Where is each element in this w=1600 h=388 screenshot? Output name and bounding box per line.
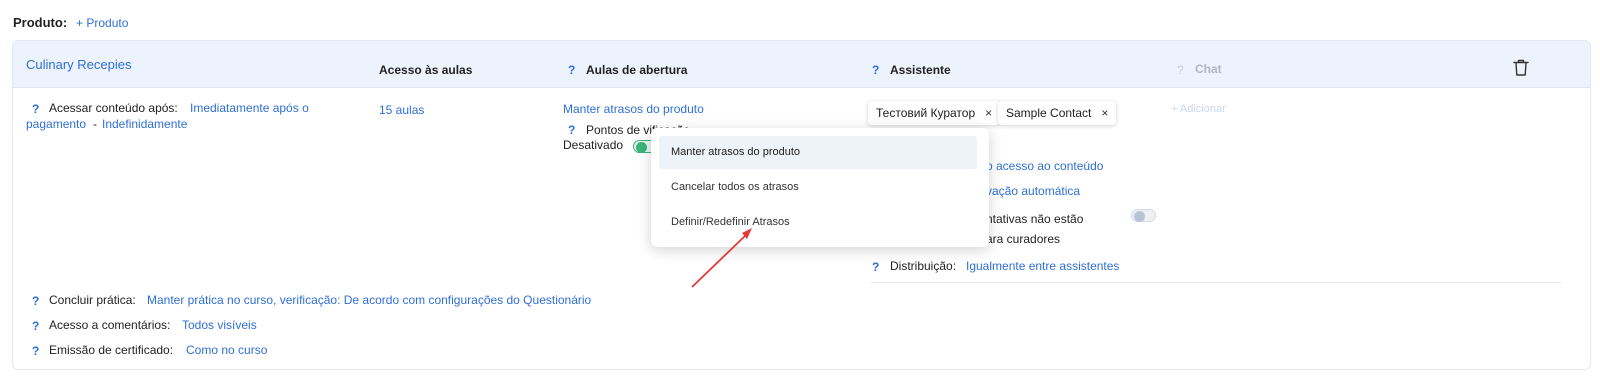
assistant-chip-label: Тестовий Куратор <box>876 106 976 120</box>
access-separator: - <box>93 117 97 131</box>
opening-help-icon[interactable]: ? <box>568 63 575 77</box>
certificate-link[interactable]: Como no curso <box>186 343 267 357</box>
assistant-chip: Sample Contact × <box>998 101 1117 125</box>
dropdown-option-keep-delays[interactable]: Manter atrasos do produto <box>659 136 977 169</box>
annotation-arrow <box>691 228 752 288</box>
assistant-auto-activation-link[interactable]: vação automática <box>986 184 1080 198</box>
footer-divider <box>871 282 1561 283</box>
remove-chip-button[interactable]: × <box>985 106 992 120</box>
practice-help-icon[interactable]: ? <box>32 294 39 308</box>
product-label: Produto: <box>13 15 68 30</box>
header-opening: Aulas de abertura <box>586 63 688 77</box>
checkpoints-status: Desativado <box>563 138 624 152</box>
practice-label: Concluir prática: <box>49 293 136 307</box>
delay-dropdown-trigger[interactable]: Manter atrasos do produto <box>563 102 704 116</box>
comments-link[interactable]: Todos visíveis <box>182 318 257 332</box>
remove-chip-button[interactable]: × <box>1101 106 1108 120</box>
certificate-label: Emissão de certificado: <box>49 343 174 357</box>
duration-link[interactable]: Indefinidamente <box>102 117 187 131</box>
distribution-link[interactable]: Igualmente entre assistentes <box>966 259 1119 273</box>
access-label: Acessar conteúdo após: <box>49 101 178 115</box>
access-help-icon[interactable]: ? <box>32 102 39 116</box>
practice-link[interactable]: Manter prática no curso, verificação: De… <box>147 293 591 307</box>
assistant-content-access-link[interactable]: o acesso ao conteúdo <box>986 159 1103 173</box>
dropdown-option-cancel-delays[interactable]: Cancelar todos os atrasos <box>659 171 977 204</box>
checkpoints-help-icon[interactable]: ? <box>568 123 575 137</box>
assistant-attempts-text-cont: ara curadores <box>986 232 1061 246</box>
assistant-attempts-text: ntativas não estão <box>986 212 1084 226</box>
chat-add-link: + Adicionar <box>1171 103 1226 115</box>
card-header: Culinary Recepies Acesso às aulas ? Aula… <box>13 41 1590 88</box>
access-value-link-cont[interactable]: pagamento <box>26 117 86 131</box>
assistant-chip: Тестовий Куратор × <box>868 101 1001 125</box>
comments-help-icon[interactable]: ? <box>32 319 39 333</box>
trash-icon[interactable] <box>1513 59 1529 81</box>
comments-label: Acesso a comentários: <box>49 318 171 332</box>
header-chat: Chat <box>1195 62 1222 76</box>
assistant-chip-label: Sample Contact <box>1006 106 1092 120</box>
access-value-link[interactable]: Imediatamente após o <box>190 101 309 115</box>
assistant-help-icon[interactable]: ? <box>872 63 879 77</box>
attempts-toggle[interactable] <box>1131 209 1156 222</box>
certificate-help-icon[interactable]: ? <box>32 344 39 358</box>
lessons-link[interactable]: 15 aulas <box>379 103 424 117</box>
chat-help-icon: ? <box>1177 63 1184 77</box>
add-product-link[interactable]: + Produto <box>76 16 128 30</box>
header-access: Acesso às aulas <box>379 63 473 77</box>
product-title-link[interactable]: Culinary Recepies <box>26 57 132 72</box>
distribution-help-icon[interactable]: ? <box>872 260 879 274</box>
distribution-label: Distribuição: <box>890 259 957 273</box>
header-assistant: Assistente <box>890 63 951 77</box>
